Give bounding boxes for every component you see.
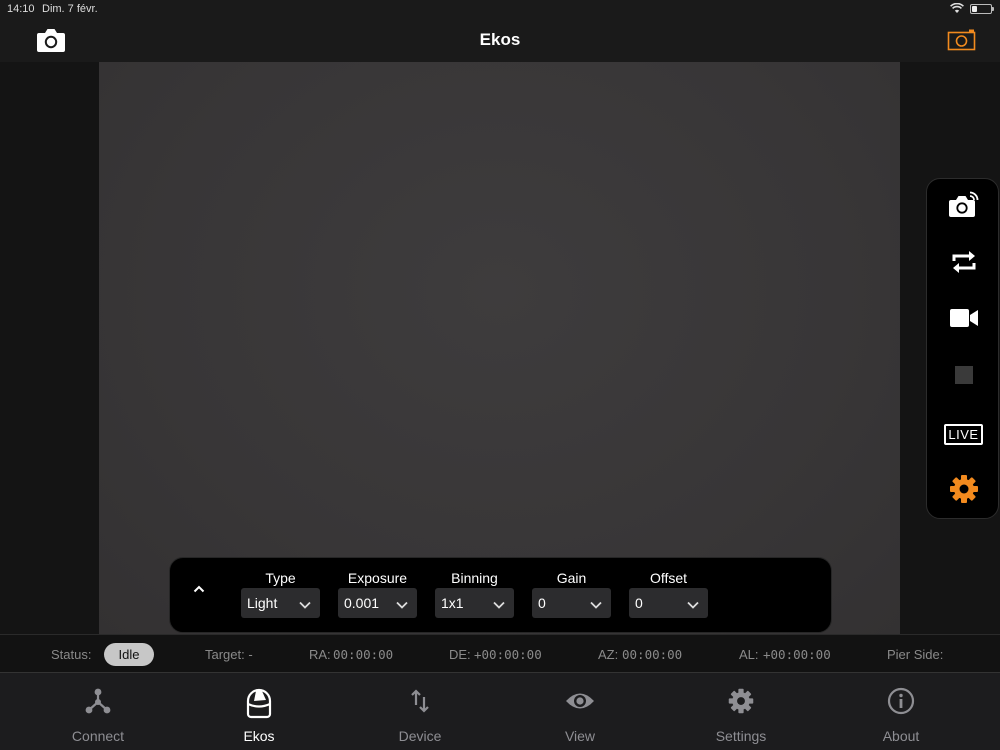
de-label: DE:	[449, 647, 471, 662]
az-label: AZ:	[598, 647, 619, 662]
status-bar: 14:10 Dim. 7 févr.	[0, 0, 1000, 18]
gain-select[interactable]: 0	[532, 588, 611, 618]
capture-preview-button[interactable]	[927, 185, 1000, 229]
pier-side-label: Pier Side:	[887, 647, 944, 662]
gain-field: Gain 0	[532, 568, 611, 618]
type-value: Light	[247, 595, 278, 611]
target-text: Target: -	[205, 647, 253, 662]
gear-icon	[727, 687, 755, 717]
type-select[interactable]: Light	[241, 588, 320, 618]
capture-settings-button[interactable]	[927, 469, 1000, 513]
type-label: Type	[265, 570, 296, 586]
chevron-down-icon	[589, 597, 603, 615]
offset-label: Offset	[649, 570, 688, 586]
network-nodes-icon	[84, 687, 112, 717]
info-icon	[887, 687, 915, 717]
al-value: +00:00:00	[763, 647, 831, 662]
stop-button[interactable]	[927, 355, 1000, 399]
tab-view[interactable]: View	[500, 673, 660, 750]
telescope-dome-icon	[245, 687, 273, 719]
chevron-up-icon[interactable]	[192, 582, 206, 600]
exposure-label: Exposure	[347, 570, 408, 586]
offset-field: Offset 0	[629, 568, 708, 618]
binning-field: Binning 1x1	[435, 568, 514, 618]
offset-value: 0	[635, 595, 643, 611]
status-time: 14:10	[7, 3, 35, 15]
al-label: AL:	[739, 647, 759, 662]
gain-label: Gain	[556, 570, 587, 586]
image-viewer	[0, 62, 1000, 634]
page-title: Ekos	[479, 30, 521, 49]
tab-settings-label: Settings	[715, 728, 767, 744]
battery-icon	[970, 4, 994, 14]
exposure-select[interactable]: 0.001	[338, 588, 417, 618]
mount-info-bar: Status: Idle Target: - RA: 00:00:00 DE: …	[0, 634, 1000, 672]
capture-image[interactable]	[99, 62, 900, 634]
status-badge: Idle	[104, 643, 154, 666]
chevron-down-icon	[395, 597, 409, 615]
camera-wireless-icon	[948, 191, 980, 224]
status-date: Dim. 7 févr.	[42, 3, 98, 15]
binning-select[interactable]: 1x1	[435, 588, 514, 618]
live-button[interactable]: LIVE	[927, 412, 1000, 456]
wifi-icon	[950, 2, 964, 17]
tab-settings[interactable]: Settings	[661, 673, 821, 750]
ra-label: RA:	[309, 647, 331, 662]
loop-button[interactable]	[927, 242, 1000, 286]
tab-device[interactable]: Device	[340, 673, 500, 750]
capture-settings-panel: Type Light Exposure 0.001 Binning 1x1 Ga…	[169, 557, 832, 633]
live-badge-icon: LIVE	[944, 423, 983, 445]
chevron-down-icon	[492, 597, 506, 615]
tab-ekos-label: Ekos	[243, 728, 275, 744]
camera-frame-icon[interactable]	[947, 29, 977, 56]
offset-select[interactable]: 0	[629, 588, 708, 618]
tab-connect-label: Connect	[71, 728, 125, 744]
gain-value: 0	[538, 595, 546, 611]
up-down-arrows-icon	[408, 687, 432, 717]
de-value: +00:00:00	[474, 647, 542, 662]
binning-value: 1x1	[441, 595, 464, 611]
tab-about[interactable]: About	[821, 673, 981, 750]
tab-view-label: View	[564, 728, 596, 744]
type-field: Type Light	[241, 568, 320, 618]
nav-bar: Ekos	[0, 18, 1000, 62]
tab-ekos[interactable]: Ekos	[179, 673, 339, 750]
stop-square-icon	[954, 365, 974, 390]
status-label: Status:	[51, 647, 92, 662]
chevron-down-icon	[686, 597, 700, 615]
eye-icon	[564, 687, 596, 717]
binning-label: Binning	[451, 570, 498, 586]
video-button[interactable]	[927, 298, 1000, 342]
gear-icon	[948, 473, 980, 510]
ra-value: 00:00:00	[333, 647, 394, 662]
tab-about-label: About	[882, 728, 920, 744]
az-value: 00:00:00	[622, 647, 683, 662]
capture-toolbar: LIVE	[926, 178, 999, 519]
exposure-value: 0.001	[344, 595, 380, 611]
tab-device-label: Device	[398, 728, 442, 744]
video-camera-icon	[949, 307, 979, 334]
chevron-down-icon	[298, 597, 312, 615]
tab-bar: Connect Ekos Device View Settings About	[0, 672, 1000, 750]
loop-arrows-icon	[950, 248, 978, 281]
tab-connect[interactable]: Connect	[18, 673, 178, 750]
exposure-field: Exposure 0.001	[338, 568, 417, 618]
